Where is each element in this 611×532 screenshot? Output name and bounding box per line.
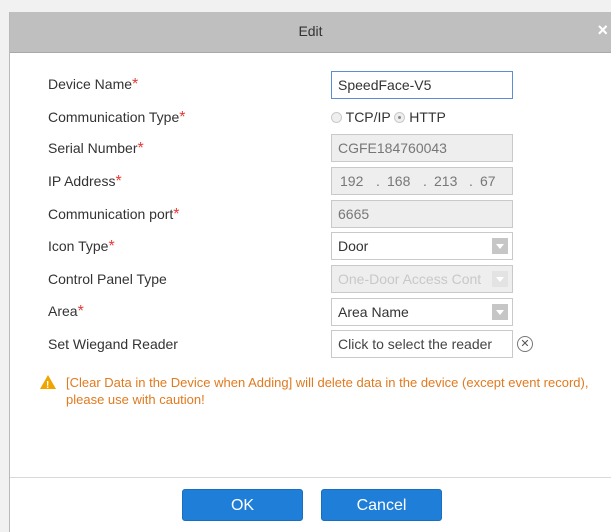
- chevron-down-icon[interactable]: [492, 238, 508, 254]
- control-panel-type-row: Control Panel Type: [48, 267, 167, 291]
- area-value: Area Name: [338, 304, 409, 320]
- radio-http-label[interactable]: HTTP: [409, 109, 446, 125]
- communication-port-row: Communication port*: [48, 202, 180, 226]
- required-mark: *: [132, 76, 139, 93]
- footer-divider: [10, 477, 611, 478]
- wiegand-reader-row: Set Wiegand Reader: [48, 332, 178, 356]
- ip-dot: .: [469, 173, 473, 189]
- serial-number-field: CGFE184760043: [331, 134, 513, 162]
- ok-button[interactable]: OK: [182, 489, 303, 521]
- dialog-titlebar[interactable]: Edit ×: [10, 12, 611, 53]
- radio-http[interactable]: [394, 112, 406, 123]
- edit-dialog: Edit × Device Name* SpeedFace-V5 Communi…: [9, 12, 611, 532]
- device-name-row: Device Name*: [48, 72, 138, 96]
- communication-type-row: Communication Type*: [48, 105, 185, 129]
- dialog-title: Edit: [298, 23, 323, 39]
- communication-port-field: 6665: [331, 200, 513, 228]
- chevron-down-icon: [492, 271, 508, 287]
- icon-type-select[interactable]: Door: [331, 232, 513, 260]
- cancel-button[interactable]: Cancel: [321, 489, 442, 521]
- area-select[interactable]: Area Name: [331, 298, 513, 326]
- ip-address-label: IP Address: [48, 173, 116, 189]
- device-name-input[interactable]: SpeedFace-V5: [331, 71, 513, 99]
- serial-number-row: Serial Number*: [48, 136, 144, 160]
- required-mark: *: [173, 206, 180, 223]
- ip-dot: .: [423, 173, 427, 189]
- required-mark: *: [137, 140, 144, 157]
- device-name-label: Device Name: [48, 76, 133, 92]
- radio-tcpip-label[interactable]: TCP/IP: [346, 109, 391, 125]
- communication-type-label: Communication Type: [48, 109, 180, 125]
- chevron-down-icon[interactable]: [492, 304, 508, 320]
- icon-type-row: Icon Type*: [48, 234, 115, 258]
- radio-tcpip[interactable]: [331, 112, 342, 123]
- ip-address-field: 192 . 168 . 213 . 67: [331, 167, 513, 195]
- warning-icon: !: [40, 375, 56, 391]
- communication-port-label: Communication port: [48, 206, 174, 222]
- area-label: Area: [48, 303, 78, 319]
- communication-type-radios: TCP/IP HTTP: [331, 109, 446, 125]
- warning-message: ! [Clear Data in the Device when Adding]…: [40, 374, 605, 408]
- wiegand-reader-input[interactable]: Click to select the reader: [331, 330, 513, 358]
- icon-type-value: Door: [338, 238, 369, 254]
- wiegand-reader-label: Set Wiegand Reader: [48, 336, 178, 352]
- required-mark: *: [108, 238, 115, 255]
- warning-text: [Clear Data in the Device when Adding] w…: [66, 375, 589, 407]
- close-icon[interactable]: ×: [597, 20, 608, 41]
- required-mark: *: [179, 109, 186, 126]
- control-panel-type-label: Control Panel Type: [48, 271, 167, 287]
- control-panel-type-value: One-Door Access Cont: [338, 271, 482, 287]
- clear-icon[interactable]: ✕: [517, 336, 533, 352]
- ip-octet-2: 168: [387, 173, 411, 189]
- area-row: Area*: [48, 299, 84, 323]
- required-mark: *: [115, 173, 122, 190]
- ip-dot: .: [376, 173, 380, 189]
- ip-octet-1: 192: [340, 173, 364, 189]
- ip-octet-4: 67: [480, 173, 496, 189]
- ip-address-row: IP Address*: [48, 169, 122, 193]
- ip-octet-3: 213: [434, 173, 458, 189]
- icon-type-label: Icon Type: [48, 238, 109, 254]
- required-mark: *: [77, 303, 84, 320]
- serial-number-label: Serial Number: [48, 140, 138, 156]
- control-panel-type-select: One-Door Access Cont: [331, 265, 513, 293]
